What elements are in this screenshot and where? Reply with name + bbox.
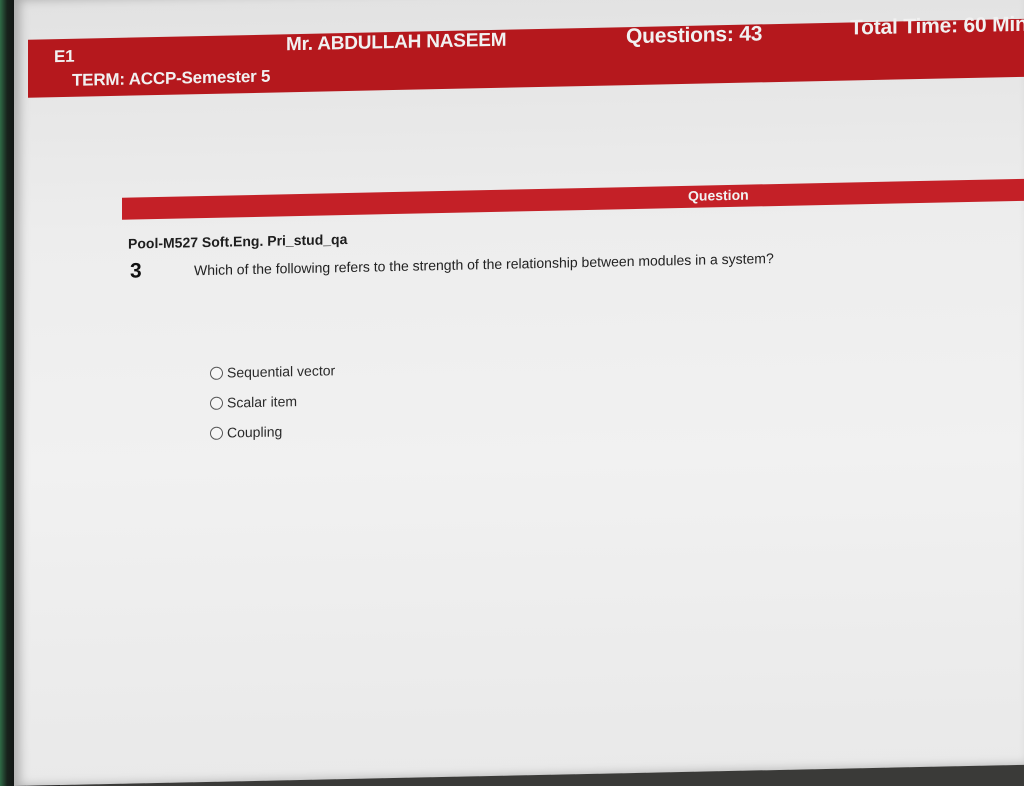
answer-option-3[interactable]: Coupling [210,415,335,448]
answer-option-label[interactable]: Scalar item [227,393,297,410]
question-pool-name: Pool-M527 Soft.Eng. Pri_stud_qa [128,231,348,252]
total-time: Total Time: 60 Min [850,12,1024,40]
teacher-name: Mr. ABDULLAH NASEEM [286,29,507,56]
question-text: Which of the following refers to the str… [194,250,774,279]
questions-count: Questions: 43 [626,22,763,49]
radio-button-icon[interactable] [210,366,223,380]
exam-header: E1 TERM: ACCP-Semester 5 Mr. ABDULLAH NA… [28,13,1024,98]
answer-option-1[interactable]: Sequential vector [210,355,335,388]
answer-option-label[interactable]: Coupling [227,423,282,440]
answer-option-2[interactable]: Scalar item [210,385,335,418]
radio-button-icon[interactable] [210,426,223,440]
exam-code: E1 [54,46,75,67]
radio-button-icon[interactable] [210,396,223,410]
answer-option-label[interactable]: Sequential vector [227,362,335,380]
question-number: 3 [130,259,142,283]
term-label: TERM: ACCP-Semester 5 [72,66,271,90]
exam-screen: E1 TERM: ACCP-Semester 5 Mr. ABDULLAH NA… [14,0,1024,786]
question-bar-label: Question [688,186,749,204]
answer-options: Sequential vector Scalar item Coupling [210,355,335,448]
question-header-bar: Question [122,178,1024,220]
